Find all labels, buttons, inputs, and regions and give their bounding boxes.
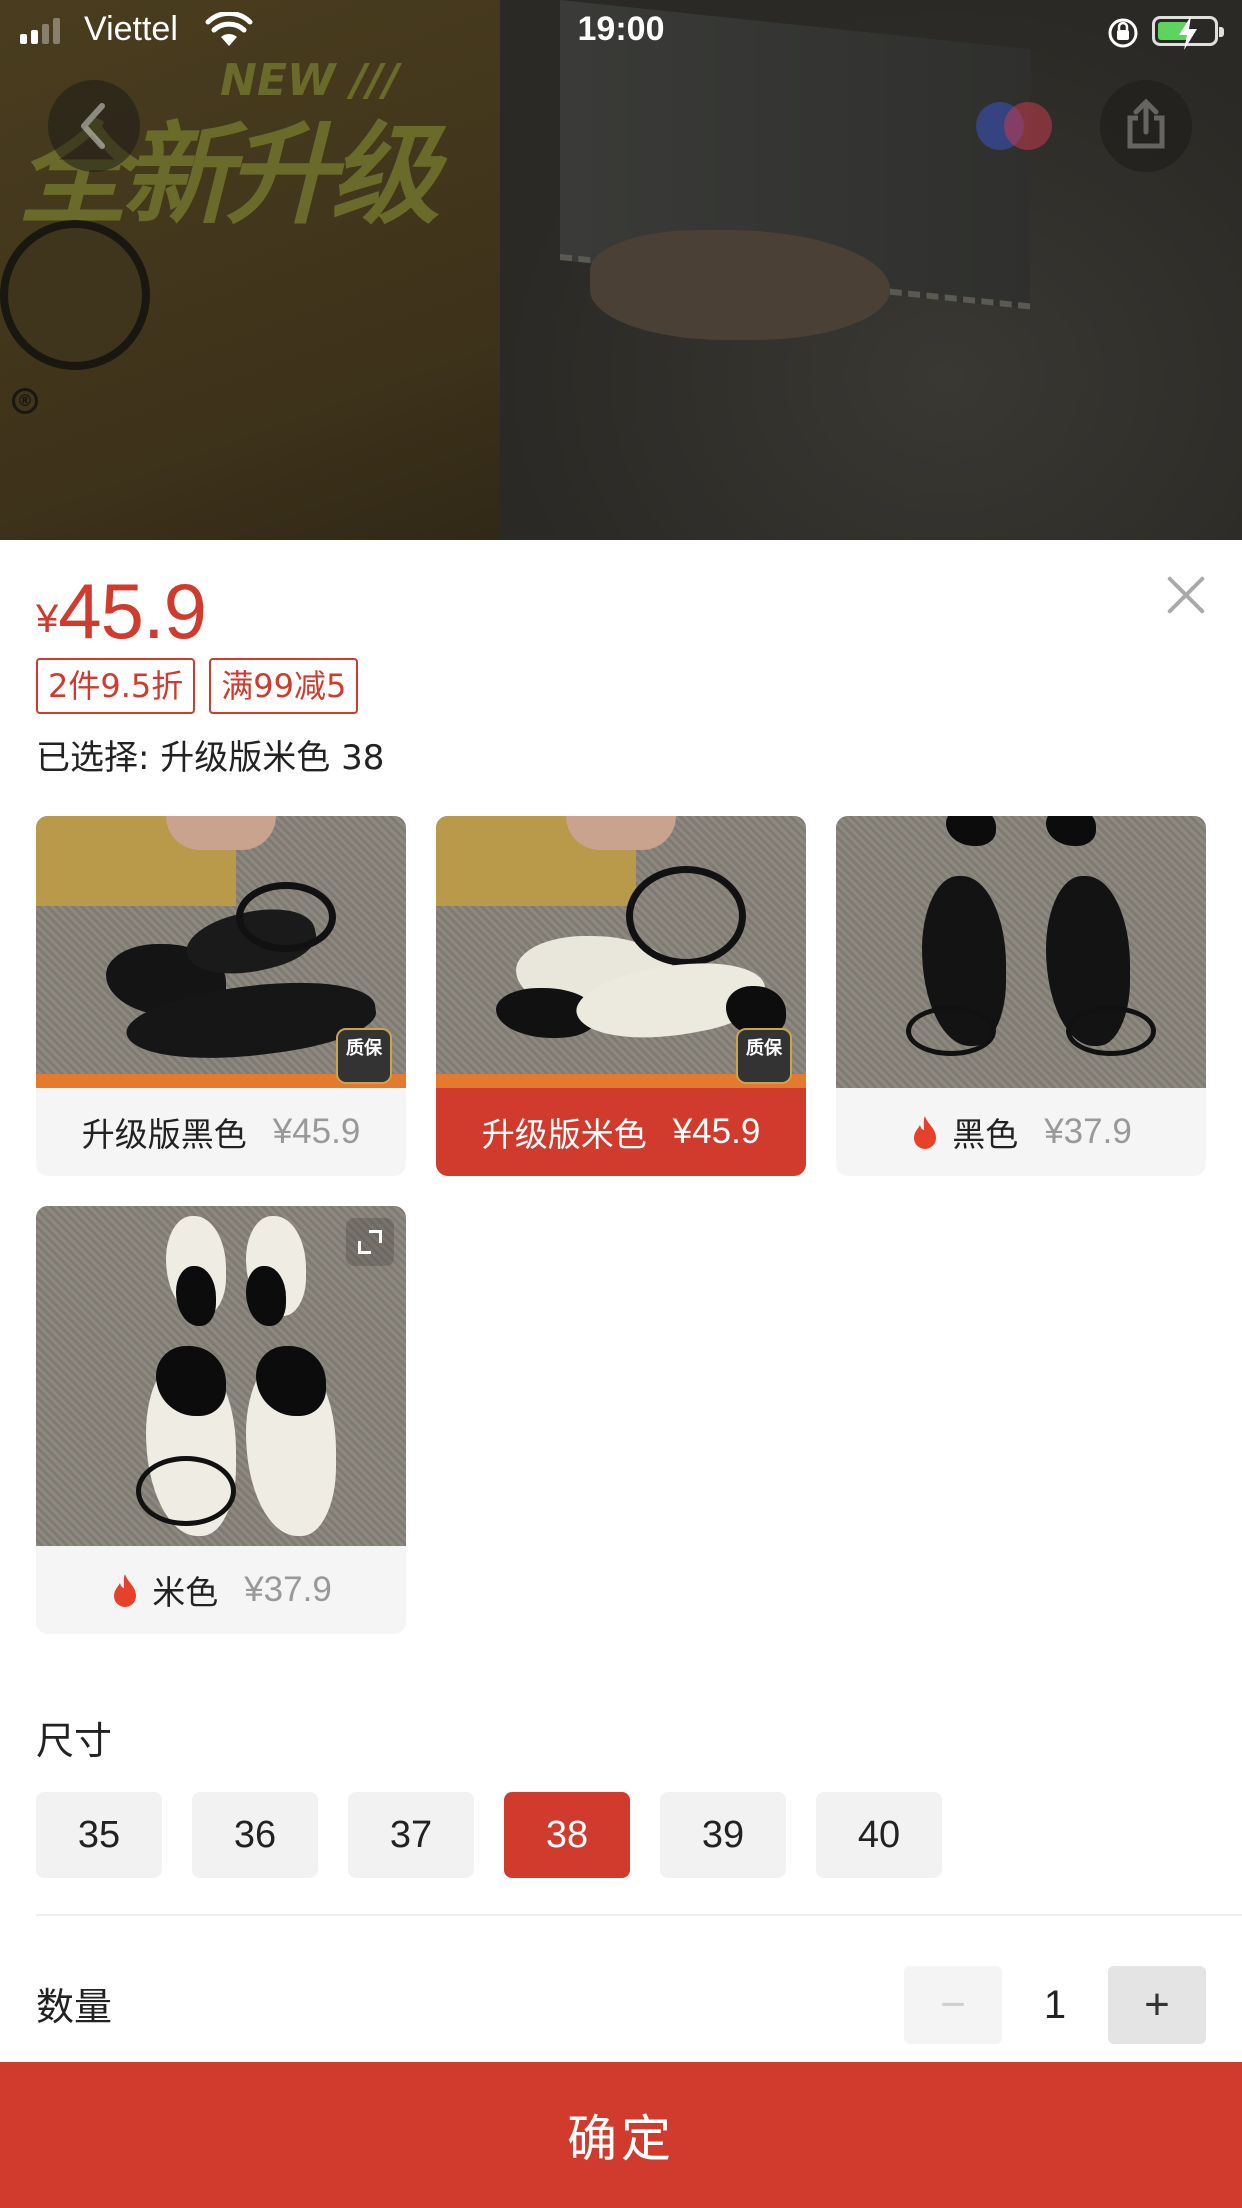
increase-quantity-button[interactable]: + [1108, 1966, 1206, 2044]
rotation-lock-icon [1108, 18, 1138, 48]
close-icon[interactable] [1160, 570, 1212, 622]
size-option-40[interactable]: 40 [816, 1792, 942, 1878]
variant-card-beige[interactable]: 米色 ¥37.9 [36, 1206, 406, 1634]
share-icon [1127, 98, 1165, 149]
size-option-39[interactable]: 39 [660, 1792, 786, 1878]
quantity-value: 1 [1043, 1982, 1067, 2027]
variant-photo [836, 816, 1206, 1088]
size-section-title: 尺寸 [36, 1719, 113, 1763]
size-option-35[interactable]: 35 [36, 1792, 162, 1878]
variant-card-upgraded-beige[interactable]: 质保 升级版米色 ¥45.9 [436, 816, 806, 1176]
size-option-37[interactable]: 37 [348, 1792, 474, 1878]
variant-price: ¥37.9 [244, 1570, 332, 1609]
price: ¥45.9 [36, 566, 207, 657]
battery-icon [1152, 16, 1224, 50]
confirm-button[interactable]: 确定 [0, 2062, 1242, 2208]
variant-caption: 升级版黑色 ¥45.9 [36, 1088, 406, 1176]
variant-name: 升级版黑色 [81, 1115, 247, 1154]
variant-price: ¥45.9 [672, 1112, 761, 1151]
back-button[interactable] [48, 80, 140, 172]
share-button[interactable] [1100, 80, 1192, 172]
variant-photo [36, 1206, 406, 1546]
mascot-logo [0, 220, 150, 370]
status-bar: Viettel 19:00 [0, 0, 1242, 60]
size-option-36[interactable]: 36 [192, 1792, 318, 1878]
variant-caption: 米色 ¥37.9 [36, 1546, 406, 1634]
variant-caption: 升级版米色 ¥45.9 [436, 1088, 806, 1176]
size-options: 35 36 37 38 39 40 [36, 1792, 942, 1878]
clock: 19:00 [577, 10, 665, 48]
decrease-quantity-button[interactable]: − [904, 1966, 1002, 2044]
charging-bolt-icon [1179, 16, 1197, 50]
price-value: 45.9 [58, 567, 207, 655]
expand-icon[interactable] [346, 1218, 394, 1266]
quality-badge: 质保 [336, 1028, 392, 1084]
divider [36, 1914, 1242, 1916]
variant-price: ¥45.9 [272, 1112, 361, 1151]
promo-tags: 2件9.5折 满99减5 [36, 658, 359, 714]
hot-flame-icon [114, 1574, 137, 1607]
variant-photo: 质保 [36, 816, 406, 1088]
size-option-38[interactable]: 38 [504, 1792, 630, 1878]
variant-card-black[interactable]: 黑色 ¥37.9 [836, 816, 1206, 1176]
variant-photo: 质保 [436, 816, 806, 1088]
registered-mark: ® [12, 388, 38, 414]
selected-summary: 已选择: 升级版米色 38 [36, 738, 385, 778]
hot-flame-icon [914, 1116, 937, 1149]
variant-name: 升级版米色 [481, 1115, 647, 1154]
flickr-dots-icon [976, 102, 1052, 150]
quality-badge: 质保 [736, 1028, 792, 1084]
variant-caption: 黑色 ¥37.9 [836, 1088, 1206, 1176]
quantity-stepper: − 1 + [904, 1966, 1206, 2044]
product-image-backdrop: NEW /// 全新升级 ® [0, 0, 1242, 540]
quantity-label: 数量 [36, 1985, 113, 2029]
variant-name: 米色 [152, 1573, 219, 1612]
variant-price: ¥37.9 [1044, 1112, 1132, 1151]
price-currency: ¥ [36, 597, 59, 641]
promo-tag: 2件9.5折 [36, 658, 196, 714]
chevron-left-icon [81, 103, 105, 149]
variant-card-upgraded-black[interactable]: 质保 升级版黑色 ¥45.9 [36, 816, 406, 1176]
promo-tag: 满99减5 [209, 658, 359, 714]
sku-selector-sheet: ¥45.9 2件9.5折 满99减5 已选择: 升级版米色 38 质保 升级版黑… [0, 540, 1242, 2208]
variant-name: 黑色 [952, 1115, 1019, 1154]
